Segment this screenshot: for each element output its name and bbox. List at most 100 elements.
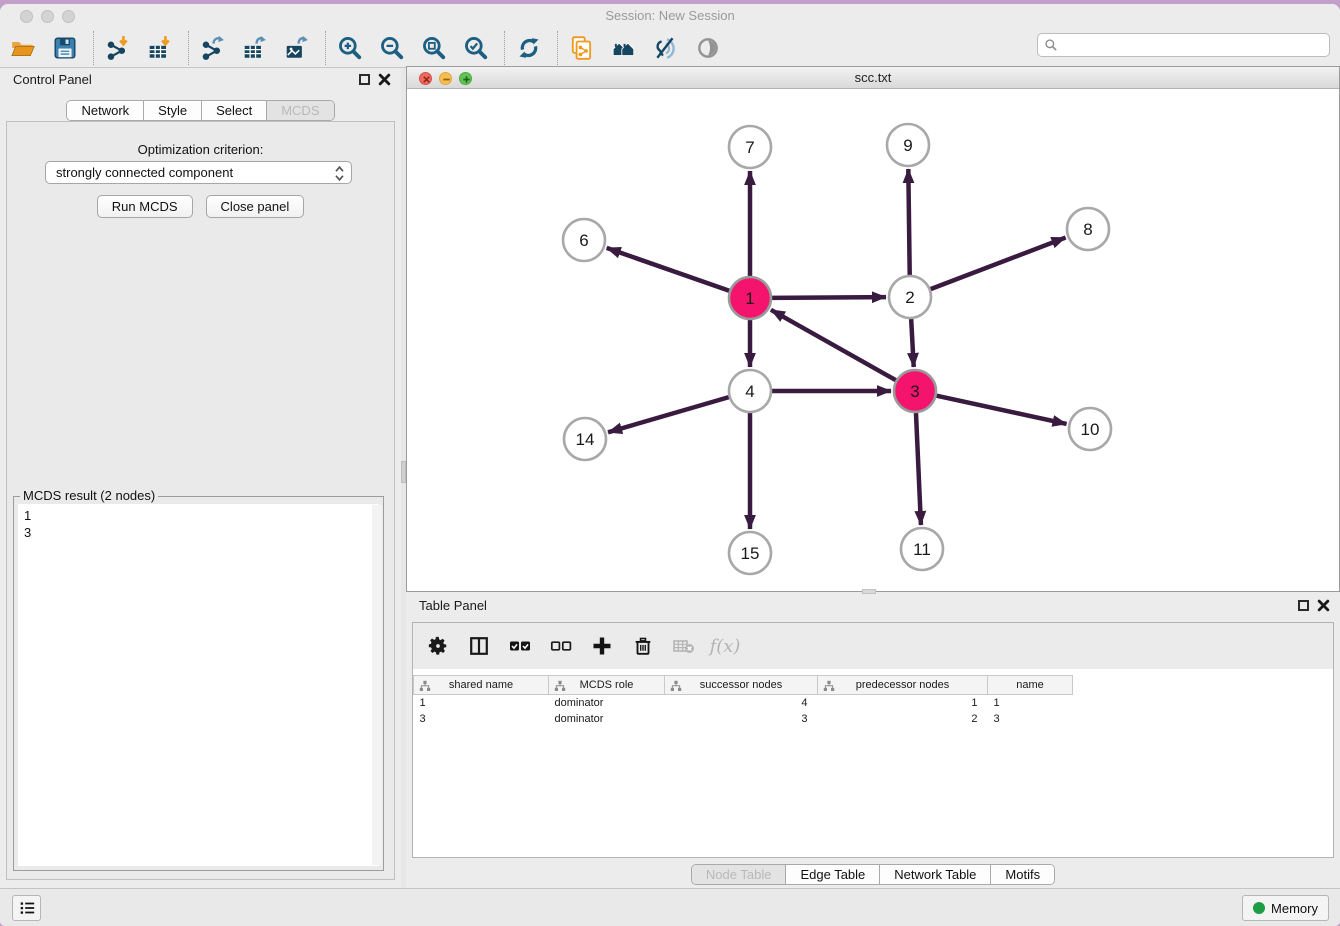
- tab-edge-table[interactable]: Edge Table: [785, 865, 879, 884]
- graph-node[interactable]: 6: [563, 219, 605, 261]
- table-cell[interactable]: 4: [665, 695, 818, 711]
- first-neighbors-icon[interactable]: [607, 32, 641, 64]
- table-cell-filler: [1073, 695, 1085, 711]
- graph-edge[interactable]: [607, 248, 730, 291]
- table-row[interactable]: 1dominator411: [414, 695, 1085, 711]
- import-table-icon[interactable]: [143, 32, 177, 64]
- tab-network-table[interactable]: Network Table: [879, 865, 990, 884]
- result-line: 1: [24, 507, 373, 524]
- graph-node[interactable]: 15: [729, 532, 771, 574]
- table-cell[interactable]: 3: [988, 711, 1073, 727]
- mcds-result-title: MCDS result (2 nodes): [20, 488, 158, 503]
- table-cell[interactable]: 1: [988, 695, 1073, 711]
- graph-node-label: 4: [745, 382, 754, 401]
- table-settings-gear-icon[interactable]: [425, 633, 451, 659]
- table-cell[interactable]: dominator: [549, 695, 665, 711]
- import-network-icon[interactable]: [101, 32, 135, 64]
- select-all-icon[interactable]: [507, 633, 533, 659]
- close-panel-button[interactable]: Close panel: [206, 195, 305, 218]
- close-table-panel-icon[interactable]: [1317, 599, 1330, 612]
- deselect-all-icon[interactable]: [548, 633, 574, 659]
- graph-edge[interactable]: [908, 169, 909, 275]
- float-panel-icon[interactable]: [359, 74, 370, 85]
- refresh-view-icon[interactable]: [512, 32, 546, 64]
- zoom-out-icon[interactable]: [375, 32, 409, 64]
- table-cell[interactable]: dominator: [549, 711, 665, 727]
- tab-select[interactable]: Select: [201, 101, 266, 120]
- search-input[interactable]: [1062, 38, 1323, 53]
- tab-style[interactable]: Style: [143, 101, 201, 120]
- table-header-row: shared name MCDS role successor nodes pr…: [414, 676, 1085, 695]
- table-cell[interactable]: 1: [818, 695, 988, 711]
- clone-network-icon[interactable]: [565, 32, 599, 64]
- graph-edge[interactable]: [911, 319, 914, 367]
- delete-column-icon[interactable]: [630, 633, 656, 659]
- float-table-panel-icon[interactable]: [1298, 600, 1309, 611]
- result-scrollbar[interactable]: [372, 505, 382, 865]
- toolbar-separator: [93, 31, 94, 65]
- graph-edge[interactable]: [936, 396, 1066, 424]
- table-cell[interactable]: 3: [414, 711, 549, 727]
- function-builder-icon: f(x): [712, 633, 738, 659]
- column-view-icon[interactable]: [466, 633, 492, 659]
- tab-node-table[interactable]: Node Table: [692, 865, 786, 884]
- network-canvas[interactable]: 1 2 3 4 6 7 8 9 10 11 14 15: [407, 89, 1339, 591]
- column-header-name[interactable]: name: [988, 676, 1073, 695]
- table-tabs: Node Table Edge Table Network Table Moti…: [406, 864, 1340, 885]
- table-cell[interactable]: 3: [665, 711, 818, 727]
- graph-edge[interactable]: [771, 310, 896, 380]
- criterion-dropdown[interactable]: strongly connected component: [45, 161, 352, 184]
- export-image-icon[interactable]: [280, 32, 314, 64]
- graph-edge[interactable]: [916, 413, 921, 525]
- table-row[interactable]: 3dominator323: [414, 711, 1085, 727]
- graph-node[interactable]: 1: [729, 277, 771, 319]
- graph-node[interactable]: 7: [729, 126, 771, 168]
- mcds-result-list[interactable]: 1 3: [18, 504, 379, 866]
- save-session-icon[interactable]: [48, 32, 82, 64]
- graph-edge[interactable]: [772, 297, 886, 298]
- column-header-mcds-role[interactable]: MCDS role: [549, 676, 665, 695]
- tab-network[interactable]: Network: [67, 101, 143, 120]
- graph-node[interactable]: 2: [889, 276, 931, 318]
- tab-mcds[interactable]: MCDS: [266, 101, 333, 120]
- graph-node[interactable]: 14: [564, 418, 606, 460]
- show-all-icon[interactable]: [691, 32, 725, 64]
- graph-node-label: 10: [1081, 420, 1100, 439]
- graph-edge[interactable]: [931, 238, 1066, 290]
- table-cell[interactable]: 2: [818, 711, 988, 727]
- zoom-in-icon[interactable]: [333, 32, 367, 64]
- run-mcds-button[interactable]: Run MCDS: [97, 195, 193, 218]
- application-window: Session: New Session: [0, 4, 1340, 926]
- graph-node[interactable]: 10: [1069, 408, 1111, 450]
- mcds-result-group: MCDS result (2 nodes) 1 3: [13, 496, 384, 871]
- hide-selected-icon[interactable]: [649, 32, 683, 64]
- column-header-shared-name[interactable]: shared name: [414, 676, 549, 695]
- graph-node[interactable]: 11: [901, 528, 943, 570]
- memory-label: Memory: [1271, 901, 1318, 916]
- export-network-icon[interactable]: [196, 32, 230, 64]
- graph-node[interactable]: 3: [894, 370, 936, 412]
- export-table-icon[interactable]: [238, 32, 272, 64]
- title-bar: Session: New Session: [0, 4, 1340, 28]
- graph-edge[interactable]: [608, 397, 729, 432]
- toolbar-separator: [557, 31, 558, 65]
- zoom-selected-icon[interactable]: [459, 32, 493, 64]
- column-header-predecessor-nodes[interactable]: predecessor nodes: [818, 676, 988, 695]
- optimization-criterion-label: Optimization criterion:: [7, 142, 394, 157]
- tab-motifs[interactable]: Motifs: [990, 865, 1054, 884]
- add-column-icon[interactable]: [589, 633, 615, 659]
- zoom-fit-icon[interactable]: [417, 32, 451, 64]
- column-header-successor-nodes[interactable]: successor nodes: [665, 676, 818, 695]
- toolbar-separator: [188, 31, 189, 65]
- memory-button[interactable]: Memory: [1242, 895, 1329, 921]
- graph-node[interactable]: 8: [1067, 208, 1109, 250]
- graph-node[interactable]: 9: [887, 124, 929, 166]
- network-window-titlebar[interactable]: scc.txt: [407, 67, 1339, 89]
- graph-node[interactable]: 4: [729, 370, 771, 412]
- table-cell[interactable]: 1: [414, 695, 549, 711]
- close-panel-icon[interactable]: [378, 73, 391, 86]
- open-session-icon[interactable]: [6, 32, 40, 64]
- task-history-button[interactable]: [12, 895, 41, 921]
- column-header-filler: [1073, 676, 1085, 695]
- window-title: Session: New Session: [0, 8, 1340, 23]
